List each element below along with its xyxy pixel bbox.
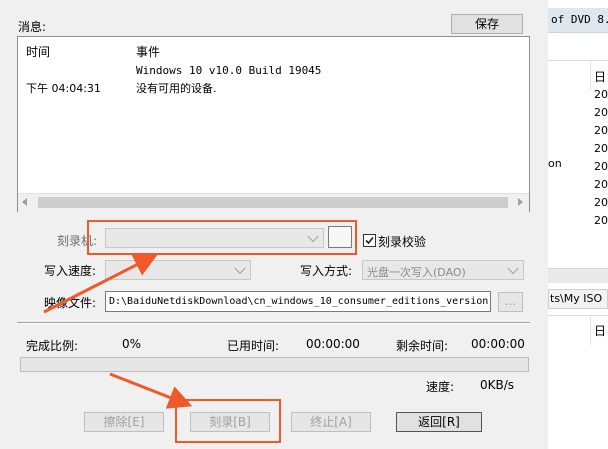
column-header-time[interactable]: 时间 xyxy=(26,43,50,60)
bg-year-cell: 20 xyxy=(594,124,608,137)
bg-lower-divider xyxy=(590,315,591,345)
stop-button[interactable]: 终止[A] xyxy=(291,412,371,432)
bg-title-text: of DVD 8. xyxy=(551,13,608,26)
background-window: of DVD 8. 日 20 20 20 20 20 20 20 20 on t… xyxy=(548,0,608,449)
bg-year-cell: 20 xyxy=(594,196,608,209)
bg-year-cell: 20 xyxy=(594,88,608,101)
separator xyxy=(17,322,530,324)
browse-button[interactable]: ... xyxy=(498,292,523,312)
erase-button[interactable]: 擦除[E] xyxy=(84,412,164,432)
remaining-value: 00:00:00 xyxy=(471,337,525,351)
image-file-label: 映像文件: xyxy=(44,296,97,310)
progress-bar xyxy=(20,357,529,372)
scroll-thumb[interactable] xyxy=(38,197,508,208)
elapsed-label: 已用时间: xyxy=(227,339,280,353)
write-mode-label: 写入方式: xyxy=(300,264,353,278)
scroll-right-icon[interactable] xyxy=(518,198,523,206)
highlight-burner-box xyxy=(87,220,357,255)
elapsed-value: 00:00:00 xyxy=(306,337,360,351)
bg-year-cell: 20 xyxy=(594,214,608,227)
message-time: 下午 04:04:31 xyxy=(26,82,101,95)
write-mode-select[interactable]: 光盘一次写入(DAO) xyxy=(362,260,524,280)
message-row: Windows 10 v10.0 Build 19045 xyxy=(18,64,518,80)
scroll-left-icon[interactable] xyxy=(22,198,27,206)
bg-lower-header-text: 日 xyxy=(594,324,607,338)
verify-label[interactable]: 刻录校验 xyxy=(378,233,426,250)
column-header-event[interactable]: 事件 xyxy=(136,43,160,60)
horizontal-scrollbar[interactable] xyxy=(18,193,529,212)
save-button[interactable]: 保存 xyxy=(451,14,523,34)
message-event: 没有可用的设备. xyxy=(136,82,217,95)
bg-year-cell: 20 xyxy=(594,178,608,191)
bg-side-text: on xyxy=(548,157,562,170)
message-event: Windows 10 v10.0 Build 19045 xyxy=(136,64,322,77)
message-row: 下午 04:04:31 没有可用的设备. xyxy=(18,80,518,96)
complete-label: 完成比例: xyxy=(26,339,79,353)
bg-year-cell: 20 xyxy=(594,106,608,119)
messages-listview[interactable]: 时间 事件 Windows 10 v10.0 Build 19045 下午 04… xyxy=(17,36,530,212)
remaining-label: 剩余时间: xyxy=(396,339,449,353)
write-mode-value: 光盘一次写入(DAO) xyxy=(367,266,466,279)
image-file-input[interactable]: D:\BaiduNetdiskDownload\cn_windows_10_co… xyxy=(105,291,491,312)
messages-label: 消息: xyxy=(18,20,47,34)
complete-value: 0% xyxy=(122,337,142,351)
verify-checkbox[interactable] xyxy=(363,234,376,247)
bg-year-cell: 20 xyxy=(594,160,608,173)
back-button[interactable]: 返回[R] xyxy=(396,412,482,432)
bg-year-cell: 20 xyxy=(594,142,608,155)
chevron-down-icon xyxy=(234,262,246,275)
bg-column-header: 日 xyxy=(594,70,607,84)
write-speed-select[interactable] xyxy=(105,260,251,280)
bg-scrollbar xyxy=(548,268,608,283)
bg-path-text: ts\My ISO xyxy=(550,292,603,305)
checkmark-icon xyxy=(365,236,374,245)
highlight-burn-button-box xyxy=(175,399,281,443)
write-speed-label: 写入速度: xyxy=(44,264,97,278)
speed-label: 速度: xyxy=(426,380,455,394)
chevron-down-icon xyxy=(507,262,519,275)
speed-value: 0KB/s xyxy=(480,378,515,392)
bg-column-divider xyxy=(590,60,591,90)
